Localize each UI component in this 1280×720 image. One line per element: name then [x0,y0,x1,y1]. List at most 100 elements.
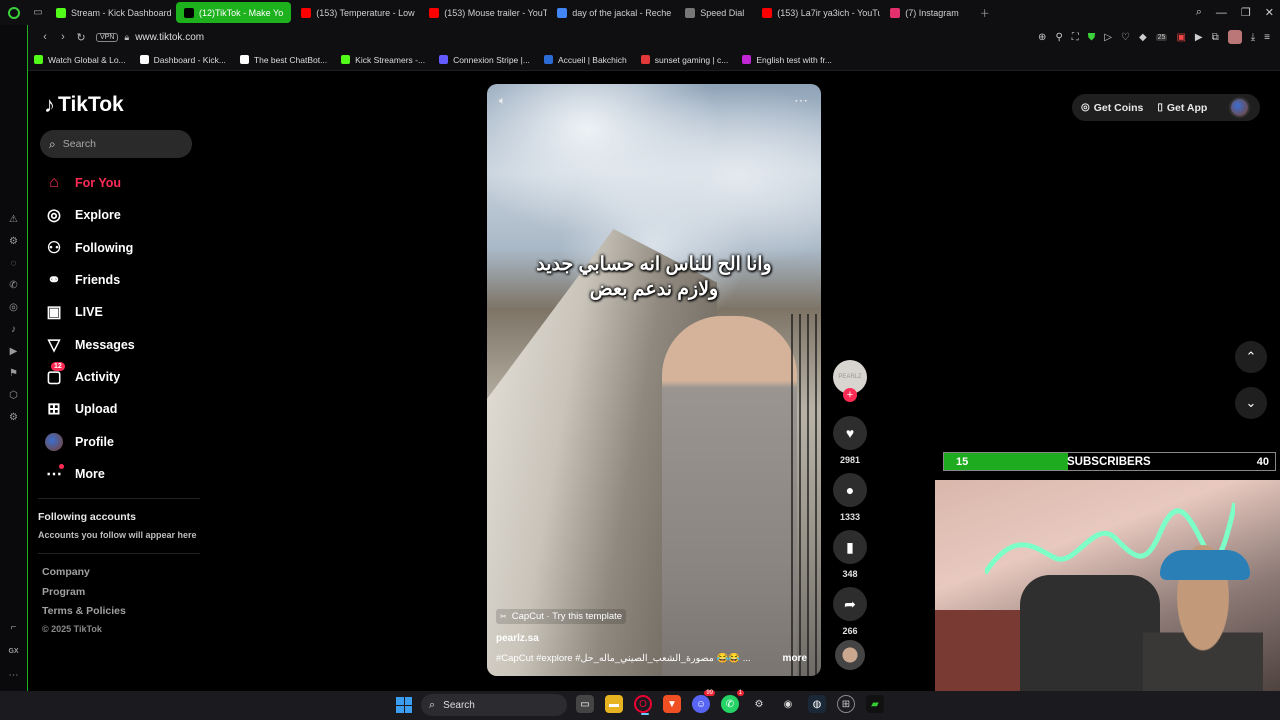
browser-tab[interactable]: (153) La7ir ya3ich - YouTu [754,2,880,23]
more-options-icon[interactable]: ⋯ [8,669,20,681]
gx-text-icon[interactable]: GX [8,645,20,657]
heart-icon[interactable]: ♡ [1121,32,1130,43]
sidebar-item-for-you[interactable]: ⌂ For You [44,167,214,199]
sidebar-item-activity[interactable]: ▢ 12 Activity [44,361,214,393]
opera-gx-taskbar-icon[interactable]: O [634,695,652,715]
get-coins-button[interactable]: ◎ Get Coins [1081,102,1143,114]
opera-gx-logo-icon[interactable] [0,0,28,25]
tiktok-logo[interactable]: ♪ TikTok [44,92,124,118]
controller-icon[interactable]: ⊞ [837,695,855,713]
new-tab-button[interactable]: ＋ [975,5,995,20]
vpn-badge[interactable]: VPN [96,32,119,42]
video-player[interactable]: وانا الح للناس انه حسابي جديد ولازم ندعم… [487,84,821,676]
browser-tab[interactable]: (12)TikTok - Make Yo [176,2,292,23]
user-avatar-icon[interactable] [1227,30,1242,44]
back-button[interactable]: ‹ [36,31,54,43]
search-input[interactable]: ⌕ Search [40,130,192,158]
terminal-icon[interactable]: ▰ [866,695,884,713]
bookmark-item[interactable]: The best ChatBot... [239,55,327,65]
sidebar-item-upload[interactable]: ⊞ Upload [44,393,214,425]
sidebar-item-profile[interactable]: Profile [44,425,214,457]
workspaces-icon[interactable]: ▭ [28,7,48,18]
bookmark-item[interactable]: sunset gaming | c... [640,55,728,65]
restore-button[interactable]: ❐ [1241,6,1251,19]
music-disc-icon[interactable] [835,640,865,670]
browser-tab[interactable]: (7) Instagram [882,2,967,23]
windows-start-button[interactable] [396,697,412,713]
task-view-icon[interactable]: ▭ [576,695,594,713]
video-author[interactable]: pearlz.sa [496,633,539,644]
bookmark-item[interactable]: Kick Streamers -... [341,55,425,65]
gx-corner-icon[interactable]: ⌐ [8,621,20,633]
browser-tab[interactable]: Speed Dial [677,2,752,23]
follow-button[interactable]: + [843,388,857,402]
bookmark-item[interactable]: Watch Global & Lo... [34,55,126,65]
sidebar-item-following[interactable]: ⚇ Following [44,232,214,264]
discord-icon[interactable]: ☺ 99 [692,690,715,713]
extensions-puzzle-icon[interactable]: ⧉ [1212,32,1219,43]
browser-tab[interactable]: (153) Mouse trailer - YouT [421,2,547,23]
file-explorer-icon[interactable]: ▬ [605,695,623,713]
share-button[interactable]: ➦ [833,587,867,621]
description-more-button[interactable]: more [783,653,807,664]
sidebar-item-friends[interactable]: ⚭ Friends [44,264,214,296]
pinboard-icon[interactable]: ⚑ [8,367,20,379]
shield-icon[interactable]: ⛊ [1088,32,1096,43]
player-sidebar-icon[interactable]: ▶ [8,345,20,357]
hexagon-icon[interactable]: ⬡ [8,389,20,401]
whatsapp-icon[interactable]: ✆ [8,279,20,291]
pin-icon[interactable]: ⚲ [1055,32,1062,43]
extension-badge-icon[interactable]: 25 [1155,33,1168,41]
whatsapp-taskbar-icon[interactable]: ✆ 1 [721,690,744,713]
bookmark-item[interactable]: Accueil | Bakchich [543,55,627,65]
download-icon[interactable]: ⤓ [1251,32,1255,43]
play-icon[interactable]: ▷ [1104,32,1112,43]
sidebar-item-more[interactable]: ⋯ More [44,458,214,490]
footer-link[interactable]: Company [42,566,126,586]
previous-video-button[interactable]: ⌃ [1235,341,1267,373]
extension-gem-icon[interactable]: ◆ [1139,32,1147,43]
gx-control-icon[interactable]: ⚠ [8,213,20,225]
creator-avatar[interactable]: PEARLZ + [833,360,867,402]
footer-link[interactable]: Program [42,586,126,606]
snapshot-icon[interactable]: ⛶ [1072,32,1079,43]
zoom-icon[interactable]: ⊕ [1038,32,1046,43]
get-app-button[interactable]: ▯ Get App [1157,102,1207,114]
next-video-button[interactable]: ⌄ [1235,387,1267,419]
forward-button[interactable]: › [54,31,72,43]
ai-icon[interactable]: ⚙ [8,235,20,247]
browser-tab[interactable]: day of the jackal - Reche [549,2,675,23]
bookmark-item[interactable]: Dashboard - Kick... [139,55,226,65]
browser-tab[interactable]: (153) Temperature - Low [293,2,419,23]
taskbar-search[interactable]: ⌕ Search [421,694,567,716]
bookmark-item[interactable]: English test with fr... [742,55,832,65]
tiktok-icon[interactable]: ♪ [8,323,20,335]
menu-icon[interactable]: ≡ [1264,32,1270,43]
sidebar-item-live[interactable]: ▣ LIVE [44,296,214,328]
settings-gear-icon[interactable]: ⚙ [750,695,768,713]
url-field[interactable]: www.tiktok.com [135,32,204,43]
brave-icon[interactable]: ▼ [663,695,681,713]
player-icon[interactable]: ▶ [1195,32,1203,43]
close-window-button[interactable]: ✕ [1265,6,1274,19]
capcut-template-link[interactable]: ✂ CapCut · Try this template [496,609,627,624]
bookmark-item[interactable]: Connexion Stripe |... [439,55,530,65]
like-button[interactable]: ♥ [833,416,867,450]
video-more-icon[interactable]: ⋯ [794,92,809,109]
browser-tab[interactable]: Stream - Kick Dashboard [48,2,174,23]
footer-link[interactable]: Terms & Policies [42,605,126,625]
profile-avatar[interactable] [1229,97,1250,118]
minimize-button[interactable]: — [1216,7,1227,19]
sidebar-item-messages[interactable]: ▽ Messages [44,328,214,360]
instagram-icon[interactable]: ◎ [8,301,20,313]
obs-icon[interactable]: ◉ [779,695,797,713]
volume-icon[interactable]: 🔈︎ [499,95,506,108]
sidebar-item-explore[interactable]: ◎ Explore [44,199,214,231]
reload-button[interactable]: ↻ [72,31,90,44]
search-tabs-icon[interactable]: ⌕ [1196,6,1202,19]
save-button[interactable]: ▮ [833,530,867,564]
settings-icon[interactable]: ⚙ [8,411,20,423]
comment-button[interactable]: ● [833,473,867,507]
messenger-icon[interactable]: ◌ [8,257,20,269]
extension-calendar-icon[interactable]: ▣ [1176,32,1185,43]
